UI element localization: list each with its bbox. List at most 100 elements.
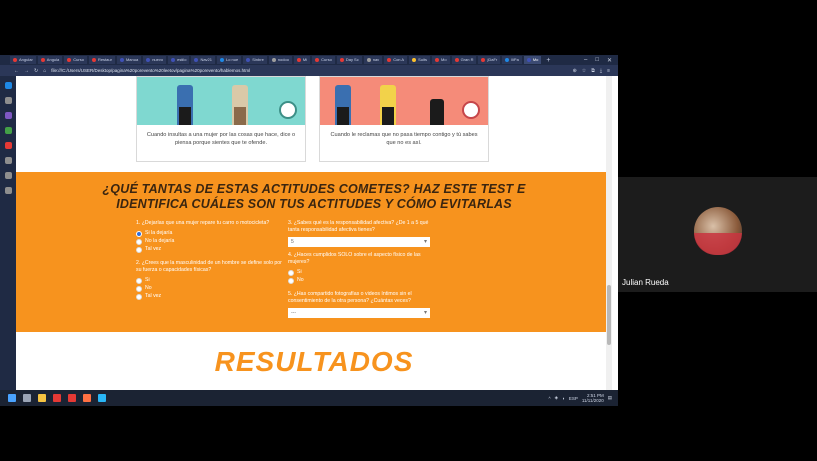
browser-tab[interactable]: lliPa: [502, 56, 522, 64]
start-icon[interactable]: [8, 394, 16, 402]
new-tab-button[interactable]: +: [546, 57, 550, 64]
browser-tab[interactable]: Angular: [10, 56, 36, 64]
extensions-icon[interactable]: ⧉: [591, 68, 595, 74]
radio-button[interactable]: [136, 285, 142, 292]
zoom-icon[interactable]: ⊕: [573, 68, 577, 74]
file-explorer-icon[interactable]: [38, 394, 46, 402]
tab-favicon-icon: [171, 58, 176, 62]
system-tray: ^ ◈ ◗ ESP 2:51 PM 11/11/2020 ▤: [549, 390, 612, 406]
radio-option[interactable]: No: [136, 285, 286, 292]
settings-icon[interactable]: [4, 187, 12, 194]
radio-option[interactable]: Tal vez: [136, 293, 286, 300]
tab-favicon-icon: [67, 58, 72, 62]
clock[interactable]: 2:51 PM 11/11/2020: [582, 393, 604, 403]
tab-label: Nav21: [200, 57, 212, 62]
app-icon[interactable]: [98, 394, 106, 402]
browser-tab[interactable]: Lo nue: [217, 56, 242, 64]
person-figure: [430, 99, 444, 125]
sidebar-app-icon[interactable]: [4, 82, 12, 89]
reload-icon[interactable]: ↻: [34, 68, 38, 74]
scrollbar-thumb[interactable]: [607, 285, 611, 345]
browser-tab[interactable]: Manua: [116, 56, 142, 64]
tab-favicon-icon: [296, 58, 301, 62]
notifications-icon[interactable]: ▤: [608, 395, 612, 401]
tab-favicon-icon: [91, 58, 96, 62]
network-icon[interactable]: ◈: [555, 395, 558, 401]
address-bar: ← → ↻ ⌂ file:///C:/Users/USER/Desktop/pa…: [0, 65, 618, 76]
tab-label: Manua: [125, 57, 139, 62]
whatsapp-icon[interactable]: [4, 127, 12, 134]
clock-date: 11/11/2020: [581, 398, 604, 403]
quiz-title-line: IDENTIFICA CUÁLES SON TUS ACTITUDES Y CÓ…: [116, 197, 512, 211]
browser-tab[interactable]: Mo: [523, 56, 542, 64]
browser-tab[interactable]: Restaur: [88, 56, 115, 64]
browser-tab[interactable]: nodoo: [268, 56, 292, 64]
radio-button[interactable]: [136, 293, 142, 300]
back-icon[interactable]: ←: [14, 68, 19, 74]
home-icon[interactable]: ⌂: [43, 68, 46, 74]
maximize-icon[interactable]: □: [595, 57, 599, 63]
sidebar-app-icon[interactable]: [4, 112, 12, 119]
browser-tab[interactable]: Mo: [432, 56, 450, 64]
radio-option[interactable]: Si: [136, 277, 286, 284]
tray-chevron-icon[interactable]: ^: [549, 396, 551, 401]
browser-tab[interactable]: jDaFr: [478, 56, 501, 64]
tab-label: Con A: [393, 57, 405, 62]
bookmark-star-icon[interactable]: ☆: [582, 68, 586, 74]
browser-tab[interactable]: Curso: [312, 56, 335, 64]
participant-tile[interactable]: Julian Rueda: [618, 177, 817, 292]
browser-tab[interactable]: Day Sc: [336, 56, 362, 64]
tab-favicon-icon: [13, 58, 17, 62]
card-caption: Cuando le reclamas que no pasa tiempo co…: [330, 132, 478, 146]
minimize-icon[interactable]: –: [584, 57, 587, 63]
window-controls: – □ ✕: [584, 55, 612, 65]
browser-tab[interactable]: Nav21: [191, 56, 215, 64]
opera-icon[interactable]: [53, 394, 61, 402]
radio-option[interactable]: Si: [288, 269, 433, 276]
radio-button[interactable]: [136, 277, 142, 284]
browser-tab[interactable]: Sinbre: [243, 56, 267, 64]
tab-favicon-icon: [40, 58, 45, 62]
radio-button[interactable]: [288, 269, 294, 276]
radio-option[interactable]: Si la dejaría: [136, 230, 286, 237]
radio-button[interactable]: [136, 238, 142, 245]
browser-sidebar: [0, 76, 16, 390]
play-icon[interactable]: [4, 157, 12, 164]
language-indicator[interactable]: ESP: [569, 396, 578, 401]
tab-favicon-icon: [315, 58, 320, 62]
search-icon[interactable]: [23, 394, 31, 402]
forward-icon[interactable]: →: [24, 68, 29, 74]
radio-button[interactable]: [136, 246, 142, 253]
menu-icon[interactable]: ≡: [607, 68, 610, 74]
firefox-icon[interactable]: [83, 394, 91, 402]
browser-tab[interactable]: Gran R: [451, 56, 477, 64]
browser-tab[interactable]: estilo: [168, 56, 190, 64]
tab-favicon-icon: [220, 58, 224, 62]
browser-tab[interactable]: Angula: [37, 56, 63, 64]
app-icon[interactable]: [68, 394, 76, 402]
radio-option[interactable]: Tal vez: [136, 246, 286, 253]
browser-tab[interactable]: Suits: [409, 56, 430, 64]
history-icon[interactable]: [4, 172, 12, 179]
radio-option[interactable]: No la dejaría: [136, 238, 286, 245]
browser-tab[interactable]: nav: [363, 56, 383, 64]
download-icon[interactable]: ⤓: [600, 68, 602, 74]
rating-select[interactable]: 5: [288, 237, 430, 247]
tab-favicon-icon: [387, 58, 392, 62]
count-select[interactable]: ---: [288, 308, 430, 318]
close-icon[interactable]: ✕: [607, 57, 612, 64]
browser-tab[interactable]: Con A: [384, 56, 408, 64]
sidebar-app-icon[interactable]: [4, 97, 12, 104]
url-field[interactable]: file:///C:/Users/USER/Desktop/pagina%20p…: [51, 68, 250, 73]
sidebar-app-icon[interactable]: [4, 142, 12, 149]
tab-label: Angular: [19, 57, 33, 62]
radio-button[interactable]: [136, 230, 142, 237]
radio-option[interactable]: No: [288, 277, 433, 284]
browser-tab[interactable]: Curso: [64, 56, 87, 64]
radio-button[interactable]: [288, 277, 294, 284]
browser-tab[interactable]: Mi: [293, 56, 311, 64]
tab-label: estilo: [177, 57, 187, 62]
browser-tab[interactable]: nuevo: [143, 56, 167, 64]
meeting-view: Angular Angula Curso Restaur Manua nuevo estil…: [0, 0, 817, 461]
volume-icon[interactable]: ◗: [562, 396, 565, 401]
